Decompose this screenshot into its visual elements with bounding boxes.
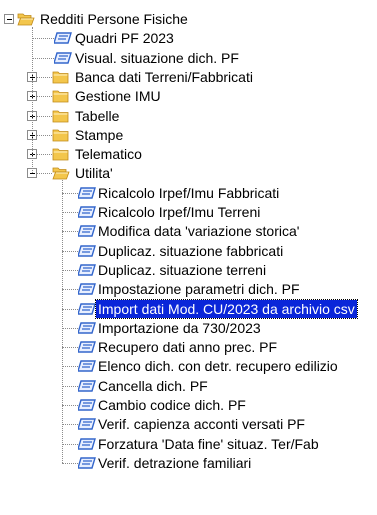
tree-connector-line <box>62 231 78 232</box>
folder-icon <box>52 71 69 84</box>
document-icon <box>78 457 96 469</box>
document-icon <box>78 322 96 334</box>
tree-root-item[interactable]: Redditi Persone Fisiche <box>38 10 190 28</box>
document-icon <box>78 245 96 257</box>
tree-item-duplicaz-situazione-terreni[interactable]: Duplicaz. situazione terreni <box>96 261 268 279</box>
document-icon <box>78 399 96 411</box>
document-icon <box>78 418 96 430</box>
tree-item-verif-detrazione-familiari[interactable]: Verif. detrazione familiari <box>96 454 253 472</box>
tree-connector-line <box>62 270 78 271</box>
tree-connector-line <box>62 366 78 367</box>
tree-item-importazione-da-730-2023[interactable]: Importazione da 730/2023 <box>96 319 263 337</box>
folder-icon <box>52 148 69 161</box>
tree-connector-line <box>62 386 78 387</box>
tree-item-verif-capienza-acconti-versati-pf[interactable]: Verif. capienza acconti versati PF <box>96 415 307 433</box>
folder-open-icon <box>52 167 70 180</box>
document-icon <box>78 438 96 450</box>
tree-item-visual-situazione-dich-pf[interactable]: Visual. situazione dich. PF <box>73 49 241 67</box>
folder-open-icon <box>17 13 35 26</box>
document-icon <box>54 32 72 44</box>
tree-item-recupero-dati-anno-prec-pf[interactable]: Recupero dati anno prec. PF <box>96 338 279 356</box>
document-icon <box>78 360 96 372</box>
tree-connector-line <box>62 309 78 310</box>
tree-item-duplicaz-situazione-fabbricati[interactable]: Duplicaz. situazione fabbricati <box>96 242 285 260</box>
document-icon <box>54 52 72 64</box>
tree-item-modifica-data-variazione-storica[interactable]: Modifica data 'variazione storica' <box>96 222 301 240</box>
tree-item-ricalcolo-irpef-imu-terreni[interactable]: Ricalcolo Irpef/Imu Terreni <box>96 203 262 221</box>
folder-icon <box>52 90 69 103</box>
tree-item-impostazione-parametri-dich-pf[interactable]: Impostazione parametri dich. PF <box>96 280 302 298</box>
tree-connector-line <box>62 180 63 463</box>
tree-folder-gestione-imu[interactable]: Gestione IMU <box>73 87 163 105</box>
tree-item-cambio-codice-dich-pf[interactable]: Cambio codice dich. PF <box>96 396 248 414</box>
tree-connector-line <box>62 289 78 290</box>
document-icon <box>78 380 96 392</box>
tree-connector-line <box>62 347 78 348</box>
tree-item-elenco-dich-con-detr-recupero-edilizio[interactable]: Elenco dich. con detr. recupero edilizio <box>96 357 340 375</box>
document-icon <box>78 206 96 218</box>
tree-folder-telematico[interactable]: Telematico <box>73 145 144 163</box>
folder-icon <box>52 110 69 123</box>
document-icon <box>78 225 96 237</box>
document-icon <box>78 187 96 199</box>
tree-folder-banca-dati-terreni-fabbricati[interactable]: Banca dati Terreni/Fabbricati <box>73 68 255 86</box>
document-icon <box>78 264 96 276</box>
tree-folder-stampe[interactable]: Stampe <box>73 126 125 144</box>
tree-connector-line <box>62 405 78 406</box>
tree-item-cancella-dich-pf[interactable]: Cancella dich. PF <box>96 377 210 395</box>
tree-connector-line <box>32 27 33 173</box>
tree-connector-line <box>62 463 78 464</box>
folder-icon <box>52 129 69 142</box>
tree-connector-line <box>62 328 78 329</box>
tree-connector-line <box>32 38 54 39</box>
tree-item-import-dati-mod-cu-2023-da-archivio-csv[interactable]: Import dati Mod. CU/2023 da archivio csv <box>95 299 358 319</box>
tree-connector-line <box>32 58 54 59</box>
root-toggle[interactable] <box>4 14 14 24</box>
document-icon <box>78 283 96 295</box>
tree-connector-line <box>62 424 78 425</box>
tree-connector-line <box>62 251 78 252</box>
tree-folder-tabelle[interactable]: Tabelle <box>73 107 121 125</box>
tree-connector-line <box>62 193 78 194</box>
tree-item-quadri-pf-2023[interactable]: Quadri PF 2023 <box>73 29 176 47</box>
tree-item-forzatura-data-fine-situaz-ter-fab[interactable]: Forzatura 'Data fine' situaz. Ter/Fab <box>96 435 321 453</box>
tree-view: Redditi Persone Fisiche Quadri PF 2023 Vis… <box>0 0 377 515</box>
tree-folder-utilita[interactable]: Utilita' <box>73 164 115 182</box>
tree-connector-line <box>62 444 78 445</box>
document-icon <box>78 341 96 353</box>
tree-connector-line <box>62 212 78 213</box>
document-icon <box>78 303 96 315</box>
tree-item-ricalcolo-irpef-imu-fabbricati[interactable]: Ricalcolo Irpef/Imu Fabbricati <box>96 184 281 202</box>
